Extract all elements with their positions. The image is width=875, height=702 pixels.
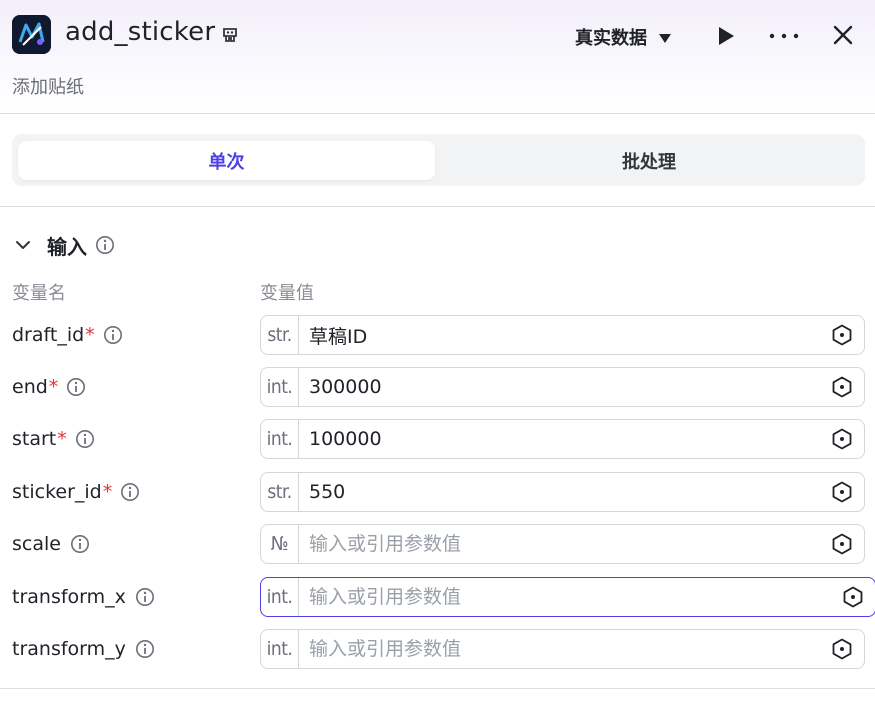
node-description: 添加贴纸 bbox=[12, 77, 84, 98]
play-icon bbox=[719, 27, 734, 45]
reference-variable-icon[interactable] bbox=[841, 585, 865, 609]
reference-variable-icon[interactable] bbox=[830, 637, 854, 661]
plugin-icon bbox=[220, 25, 240, 45]
tab-batch[interactable]: 批处理 bbox=[439, 141, 859, 180]
required-marker: * bbox=[48, 376, 59, 398]
param-label: end * bbox=[12, 367, 86, 407]
param-value-input[interactable] bbox=[299, 630, 830, 668]
param-name: start bbox=[12, 428, 57, 450]
param-name: sticker_id bbox=[12, 481, 102, 503]
param-row-start: start * int. bbox=[0, 419, 875, 459]
tab-single[interactable]: 单次 bbox=[18, 141, 435, 180]
panel-header: add_sticker 真实数据 添加贴纸 bbox=[0, 0, 875, 114]
type-tag: int. bbox=[261, 578, 299, 616]
param-row-scale: scale № bbox=[0, 524, 875, 564]
param-name: transform_x bbox=[12, 586, 126, 608]
param-name: scale bbox=[12, 533, 61, 555]
chevron-down-icon[interactable] bbox=[12, 234, 34, 256]
param-value-input[interactable] bbox=[299, 473, 830, 511]
type-tag: № bbox=[261, 525, 299, 563]
info-icon[interactable] bbox=[135, 639, 155, 659]
required-marker: * bbox=[85, 324, 95, 346]
reference-variable-icon[interactable] bbox=[830, 323, 854, 347]
app-logo-icon bbox=[12, 15, 51, 54]
info-icon[interactable] bbox=[135, 587, 155, 607]
type-tag: str. bbox=[261, 316, 299, 354]
reference-variable-icon[interactable] bbox=[830, 480, 854, 504]
info-icon[interactable] bbox=[103, 325, 123, 345]
param-name: transform_y bbox=[12, 638, 126, 660]
param-value-field[interactable]: int. bbox=[260, 629, 865, 669]
info-icon[interactable] bbox=[95, 235, 115, 255]
param-label: transform_y bbox=[12, 629, 155, 669]
reference-variable-icon[interactable] bbox=[830, 532, 854, 556]
param-value-field[interactable]: № bbox=[260, 524, 865, 564]
bottom-divider bbox=[0, 688, 875, 689]
param-label: scale bbox=[12, 524, 90, 564]
required-marker: * bbox=[57, 428, 67, 450]
info-icon[interactable] bbox=[66, 377, 86, 397]
close-button[interactable] bbox=[830, 22, 856, 48]
caret-down-icon bbox=[659, 33, 671, 43]
type-tag: str. bbox=[261, 473, 299, 511]
type-tag: int. bbox=[261, 630, 299, 668]
close-icon bbox=[833, 25, 853, 45]
info-icon[interactable] bbox=[120, 482, 140, 502]
section-divider bbox=[0, 206, 875, 207]
page-title: add_sticker bbox=[65, 17, 216, 47]
data-mode-label: 真实数据 bbox=[575, 28, 647, 49]
input-section-header[interactable]: 输入 bbox=[12, 230, 115, 260]
param-name: end bbox=[12, 376, 48, 398]
param-label: transform_x bbox=[12, 577, 155, 617]
info-icon[interactable] bbox=[75, 429, 95, 449]
more-button[interactable] bbox=[766, 22, 802, 50]
param-value-input[interactable] bbox=[299, 420, 830, 458]
type-tag: int. bbox=[261, 420, 299, 458]
param-row-sticker-id: sticker_id * str. bbox=[0, 472, 875, 512]
param-value-field[interactable]: str. bbox=[260, 472, 865, 512]
more-icon bbox=[769, 33, 799, 39]
param-value-field[interactable]: str. bbox=[260, 315, 865, 355]
param-value-input[interactable] bbox=[299, 578, 841, 616]
info-icon[interactable] bbox=[70, 534, 90, 554]
required-marker: * bbox=[102, 481, 113, 503]
param-row-transform-x: transform_x int. bbox=[0, 577, 875, 617]
run-button[interactable] bbox=[712, 22, 740, 50]
param-value-input[interactable] bbox=[299, 316, 830, 354]
param-value-input[interactable] bbox=[299, 525, 830, 563]
param-value-field[interactable]: int. bbox=[260, 367, 865, 407]
param-value-input[interactable] bbox=[299, 368, 830, 406]
param-label: draft_id * bbox=[12, 315, 123, 355]
param-row-transform-y: transform_y int. bbox=[0, 629, 875, 669]
run-mode-tabs: 单次 批处理 bbox=[12, 134, 865, 186]
param-name: draft_id bbox=[12, 324, 85, 346]
reference-variable-icon[interactable] bbox=[830, 427, 854, 451]
column-header-value: 变量值 bbox=[260, 283, 314, 304]
param-label: start * bbox=[12, 419, 95, 459]
param-row-end: end * int. bbox=[0, 367, 875, 407]
param-row-draft-id: draft_id * str. bbox=[0, 315, 875, 355]
param-label: sticker_id * bbox=[12, 472, 140, 512]
column-header-name: 变量名 bbox=[12, 283, 66, 304]
data-mode-select[interactable]: 真实数据 bbox=[575, 24, 671, 50]
param-value-field[interactable]: int. bbox=[260, 419, 865, 459]
type-tag: int. bbox=[261, 368, 299, 406]
section-title: 输入 bbox=[47, 234, 87, 259]
reference-variable-icon[interactable] bbox=[830, 375, 854, 399]
param-value-field[interactable]: int. bbox=[260, 577, 875, 617]
